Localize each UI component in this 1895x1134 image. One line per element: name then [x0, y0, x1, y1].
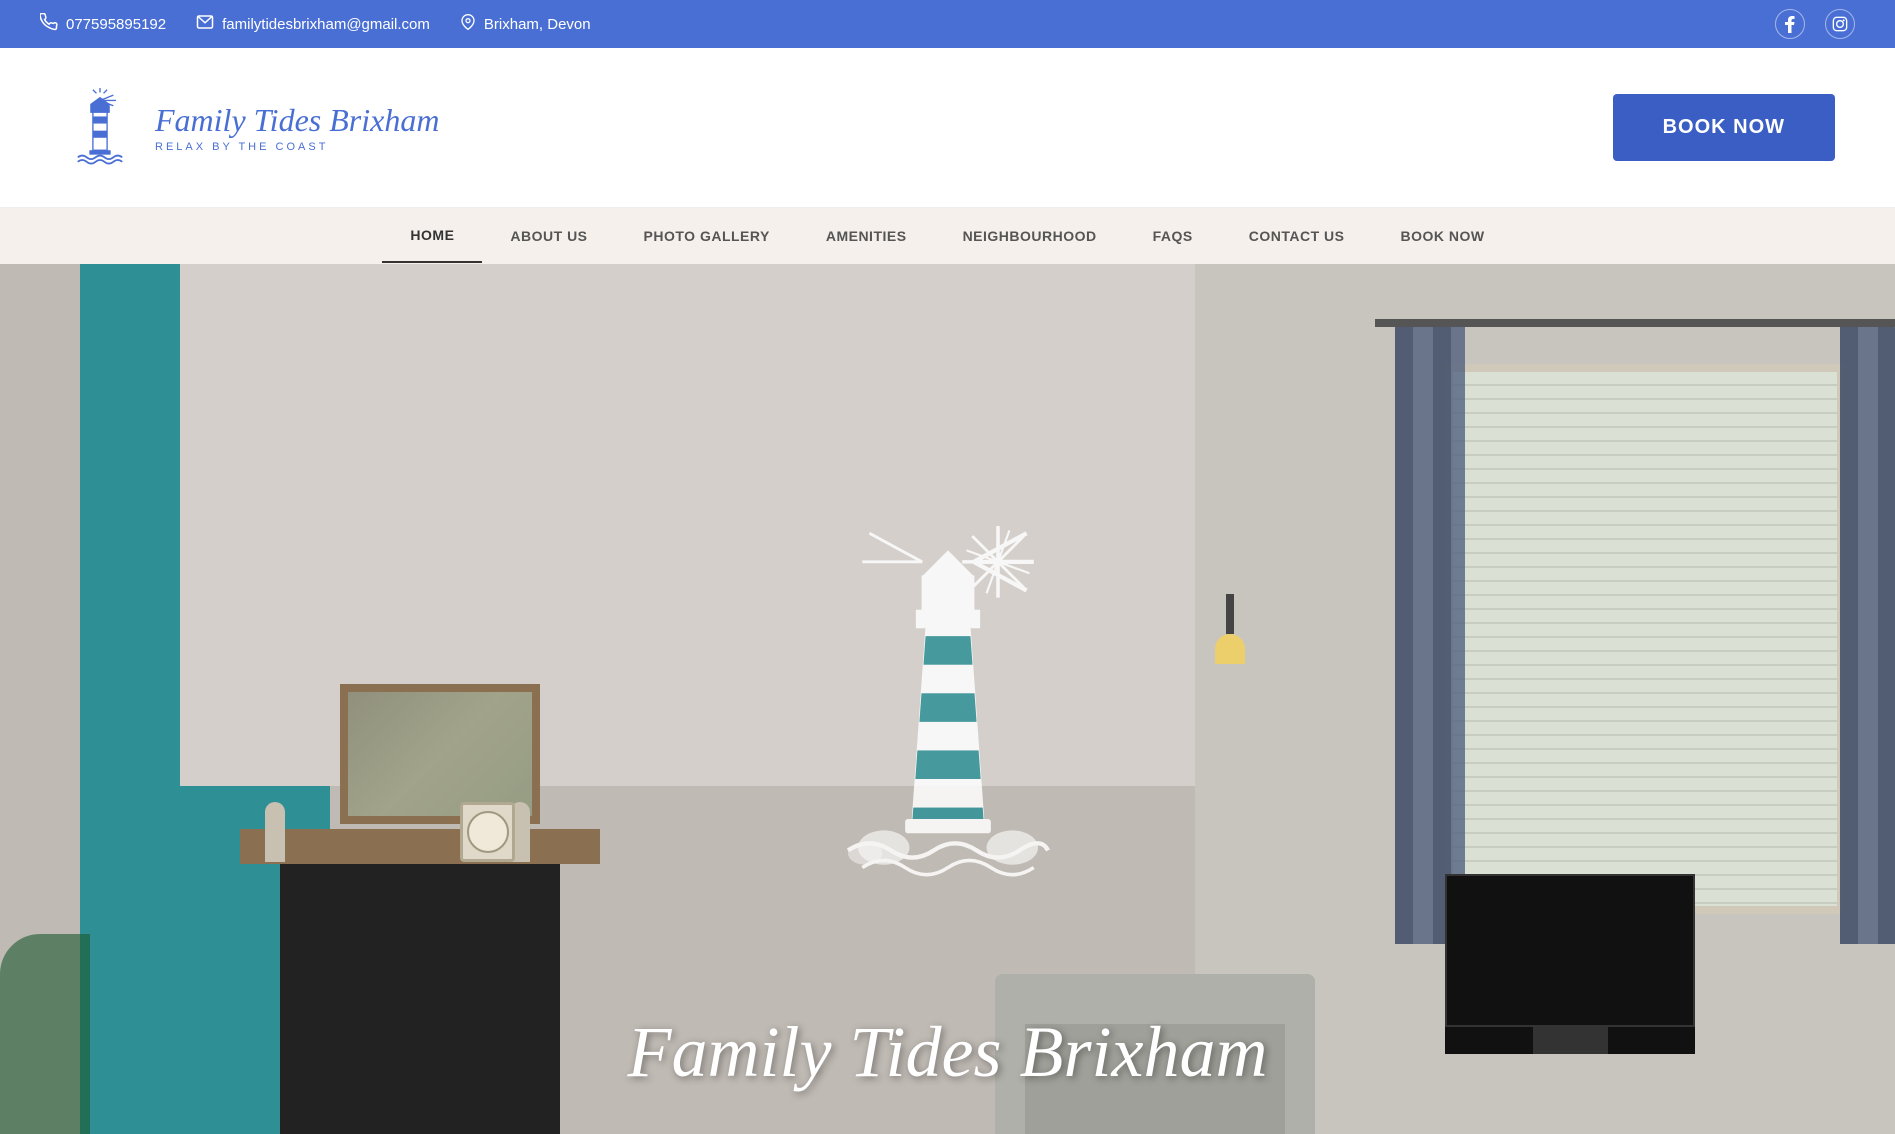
nav-item-gallery[interactable]: PHOTO GALLERY [616, 210, 798, 262]
clock [460, 802, 515, 862]
plant [0, 934, 90, 1134]
mantle [240, 829, 600, 864]
nav-item-home[interactable]: HOME [382, 209, 482, 263]
logo-text: Family Tides Brixham RELAX BY THE COAST [155, 102, 439, 153]
location-icon [460, 13, 476, 35]
email-item[interactable]: familytidesbrixham@gmail.com [196, 13, 430, 35]
email-icon [196, 13, 214, 35]
nav-item-contact[interactable]: CONTACT US [1221, 210, 1373, 262]
contact-info: 077595895192 familytidesbrixham@gmail.co… [40, 13, 591, 35]
instagram-link[interactable] [1825, 9, 1855, 39]
logo-title: Family Tides Brixham [155, 102, 439, 139]
logo-subtitle: RELAX BY THE COAST [155, 141, 439, 153]
lighthouse-logo-overlay [798, 479, 1098, 879]
fireplace [280, 834, 560, 1134]
nav-item-amenities[interactable]: AMENITIES [798, 210, 935, 262]
nav-item-about[interactable]: ABOUT US [482, 210, 615, 262]
facebook-link[interactable] [1775, 9, 1805, 39]
phone-number: 077595895192 [66, 16, 166, 33]
location-text: Brixham, Devon [484, 16, 591, 33]
nav-item-book[interactable]: BOOK NOW [1372, 210, 1512, 262]
nav-item-faqs[interactable]: FAQS [1125, 210, 1221, 262]
decor-left [265, 802, 285, 862]
phone-icon [40, 13, 58, 35]
curtain-right [1840, 324, 1895, 944]
curtain-left [1395, 324, 1465, 944]
nav-item-neighbourhood[interactable]: NEIGHBOURHOOD [935, 210, 1125, 262]
header: Family Tides Brixham RELAX BY THE COAST … [0, 48, 1895, 208]
top-bar: 077595895192 familytidesbrixham@gmail.co… [0, 0, 1895, 48]
curtain-rod [1375, 319, 1895, 327]
hero-section: Family Tides Brixham [0, 264, 1895, 1134]
email-address: familytidesbrixham@gmail.com [222, 16, 430, 33]
logo-icon [60, 88, 140, 168]
header-book-now-button[interactable]: BOOK NOW [1613, 94, 1835, 161]
window [1445, 364, 1845, 914]
tv [1445, 874, 1695, 1054]
navigation: HOME ABOUT US PHOTO GALLERY AMENITIES NE… [0, 208, 1895, 264]
social-links [1775, 9, 1855, 39]
location-item: Brixham, Devon [460, 13, 591, 35]
hero-title: Family Tides Brixham [628, 1011, 1268, 1094]
wall-lamp [1215, 594, 1245, 664]
phone-item[interactable]: 077595895192 [40, 13, 166, 35]
logo[interactable]: Family Tides Brixham RELAX BY THE COAST [60, 88, 439, 168]
